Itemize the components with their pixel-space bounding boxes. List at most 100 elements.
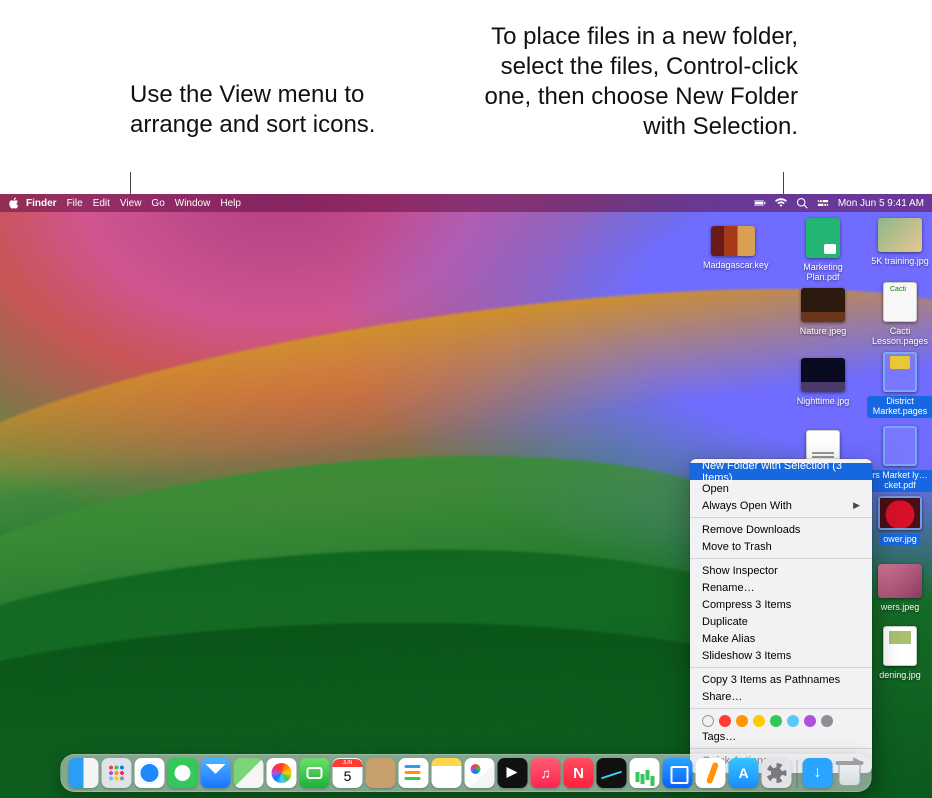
dock-mail[interactable] xyxy=(201,758,231,788)
file-thumb xyxy=(883,426,917,466)
dock-downloads[interactable] xyxy=(803,758,833,788)
file-thumb xyxy=(711,226,755,256)
ctx-new-folder-with-selection[interactable]: New Folder with Selection (3 Items) xyxy=(690,463,872,480)
ctx-sep xyxy=(690,517,872,518)
file-label: District Market.pages xyxy=(867,396,932,418)
dock-app-store[interactable] xyxy=(729,758,759,788)
dock-photos[interactable] xyxy=(267,758,297,788)
ctx-tag-colors xyxy=(690,712,872,728)
tag-green[interactable] xyxy=(770,715,782,727)
desktop-file-nighttime[interactable]: Nighttime.jpg xyxy=(790,358,856,408)
tag-yellow[interactable] xyxy=(753,715,765,727)
control-center-icon[interactable] xyxy=(817,197,829,209)
dock-freeform[interactable] xyxy=(465,758,495,788)
wifi-icon[interactable] xyxy=(775,197,787,209)
dock-maps[interactable] xyxy=(234,758,264,788)
dock-trash[interactable] xyxy=(836,758,864,788)
file-label: Madagascar.key xyxy=(700,260,772,272)
ctx-rename[interactable]: Rename… xyxy=(690,579,872,596)
menubar-go[interactable]: Go xyxy=(151,198,164,209)
dock-news[interactable] xyxy=(564,758,594,788)
ctx-remove-downloads[interactable]: Remove Downloads xyxy=(690,521,872,538)
menubar-edit[interactable]: Edit xyxy=(93,198,110,209)
dock-calendar[interactable] xyxy=(333,758,363,788)
desktop-file-marketing-plan[interactable]: Marketing Plan.pdf xyxy=(790,218,856,284)
tag-red[interactable] xyxy=(719,715,731,727)
callouts: Use the View menu to arrange and sort ic… xyxy=(0,0,932,194)
tag-gray[interactable] xyxy=(821,715,833,727)
tag-orange[interactable] xyxy=(736,715,748,727)
ctx-tags[interactable]: Tags… xyxy=(690,728,872,745)
menubar-file[interactable]: File xyxy=(67,198,83,209)
file-label: 5K training.jpg xyxy=(868,256,932,268)
dock-launchpad[interactable] xyxy=(102,758,132,788)
ctx-move-to-trash[interactable]: Move to Trash xyxy=(690,538,872,555)
file-label: dening.jpg xyxy=(876,670,924,682)
ctx-sep xyxy=(690,667,872,668)
tag-blue[interactable] xyxy=(787,715,799,727)
ctx-sep xyxy=(690,708,872,709)
dock-contacts[interactable] xyxy=(366,758,396,788)
dock-messages[interactable] xyxy=(168,758,198,788)
file-thumb xyxy=(883,626,917,666)
file-label: wers.jpeg xyxy=(878,602,923,614)
dock-stocks[interactable] xyxy=(597,758,627,788)
menubar-right: Mon Jun 5 9:41 AM xyxy=(754,197,924,209)
dock-reminders[interactable] xyxy=(399,758,429,788)
dock-notes[interactable] xyxy=(432,758,462,788)
desktop-file-flowers[interactable]: wers.jpeg xyxy=(867,564,932,614)
menubar-view[interactable]: View xyxy=(120,198,142,209)
ctx-duplicate[interactable]: Duplicate xyxy=(690,613,872,630)
desktop-file-5k-training[interactable]: 5K training.jpg xyxy=(867,218,932,268)
apple-logo-icon[interactable] xyxy=(8,197,20,209)
file-thumb xyxy=(878,218,922,252)
ctx-copy-pathnames[interactable]: Copy 3 Items as Pathnames xyxy=(690,671,872,688)
tag-none[interactable] xyxy=(702,715,714,727)
file-thumb xyxy=(883,282,917,322)
desktop-file-gardening[interactable]: dening.jpg xyxy=(867,626,932,682)
desktop-file-flower[interactable]: ower.jpg xyxy=(867,496,932,546)
dock-system-settings[interactable] xyxy=(762,758,792,788)
battery-icon[interactable] xyxy=(754,197,766,209)
spotlight-icon[interactable] xyxy=(796,197,808,209)
chevron-right-icon: ▶ xyxy=(853,500,860,511)
desktop-file-market-ticket[interactable]: rs Market ly…cket.pdf xyxy=(867,426,932,492)
tag-purple[interactable] xyxy=(804,715,816,727)
file-label: rs Market ly…cket.pdf xyxy=(867,470,932,492)
file-label: Marketing Plan.pdf xyxy=(790,262,856,284)
ctx-compress[interactable]: Compress 3 Items xyxy=(690,596,872,613)
file-thumb xyxy=(806,218,840,258)
dock-tv[interactable] xyxy=(498,758,528,788)
ctx-sep xyxy=(690,558,872,559)
dock-pages[interactable] xyxy=(696,758,726,788)
dock-keynote[interactable] xyxy=(663,758,693,788)
file-thumb xyxy=(878,496,922,530)
ctx-always-open-with[interactable]: Always Open With▶ xyxy=(690,497,872,514)
dock-music[interactable] xyxy=(531,758,561,788)
dock-facetime[interactable] xyxy=(300,758,330,788)
desktop-file-madagascar[interactable]: Madagascar.key xyxy=(700,226,766,272)
dock-finder[interactable] xyxy=(69,758,99,788)
dock-separator xyxy=(797,760,798,788)
ctx-slideshow[interactable]: Slideshow 3 Items xyxy=(690,647,872,664)
ctx-share[interactable]: Share… xyxy=(690,688,872,705)
file-thumb xyxy=(801,358,845,392)
desktop-file-district-market[interactable]: District Market.pages xyxy=(867,352,932,418)
dock-numbers[interactable] xyxy=(630,758,660,788)
file-label: Nature.jpeg xyxy=(797,326,850,338)
menubar-items: Finder File Edit View Go Window Help xyxy=(26,198,241,209)
ctx-show-inspector[interactable]: Show Inspector xyxy=(690,562,872,579)
menubar-help[interactable]: Help xyxy=(220,198,241,209)
menubar-clock[interactable]: Mon Jun 5 9:41 AM xyxy=(838,198,924,209)
desktop-file-cacti-lesson[interactable]: Cacti Lesson.pages xyxy=(867,282,932,348)
menubar-window[interactable]: Window xyxy=(175,198,211,209)
dock-safari[interactable] xyxy=(135,758,165,788)
menubar-app[interactable]: Finder xyxy=(26,198,57,209)
file-thumb xyxy=(801,288,845,322)
desktop[interactable]: Finder File Edit View Go Window Help Mon… xyxy=(0,194,932,798)
context-menu: New Folder with Selection (3 Items) Open… xyxy=(690,459,872,773)
desktop-file-nature[interactable]: Nature.jpeg xyxy=(790,288,856,338)
ctx-make-alias[interactable]: Make Alias xyxy=(690,630,872,647)
callout-new-folder: To place files in a new folder, select t… xyxy=(468,22,798,142)
menubar: Finder File Edit View Go Window Help Mon… xyxy=(0,194,932,212)
